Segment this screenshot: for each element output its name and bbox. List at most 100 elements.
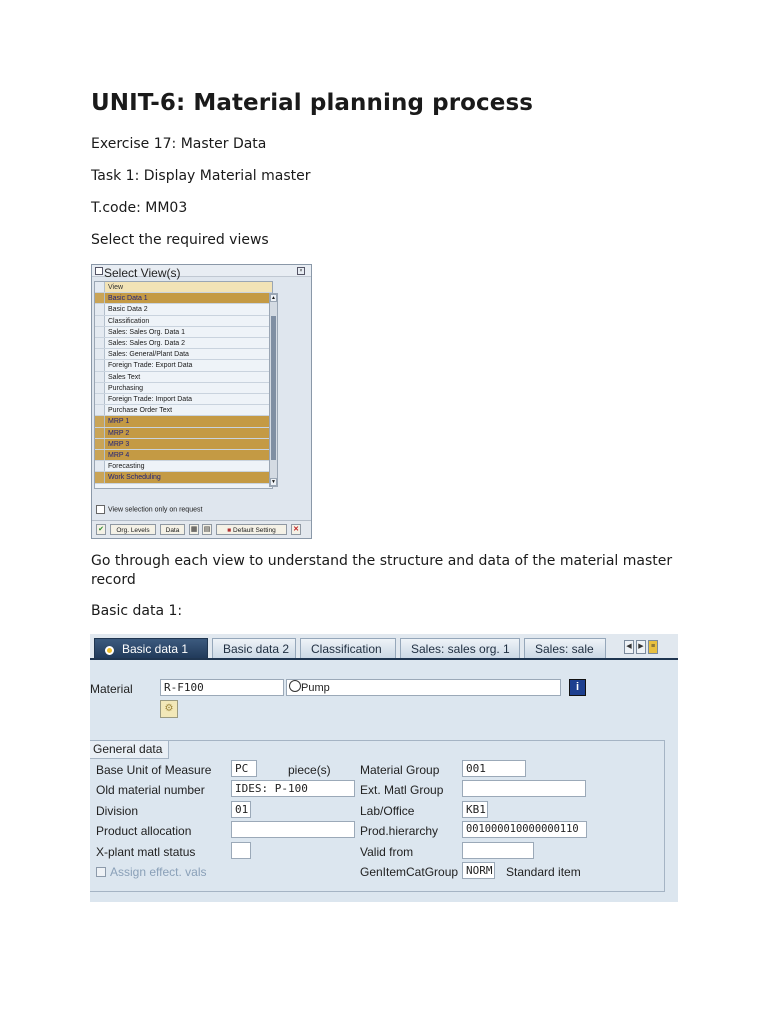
checkbox-icon[interactable] bbox=[96, 505, 105, 514]
prod-hierarchy-field[interactable]: 001000010000000110 bbox=[462, 821, 587, 838]
old-material-number-field[interactable]: IDES: P-100 bbox=[231, 780, 355, 797]
view-label: Work Scheduling bbox=[108, 474, 161, 482]
go-through-text: Go through each view to understand the s… bbox=[91, 553, 673, 588]
row-selector[interactable] bbox=[95, 338, 105, 349]
default-setting-button[interactable]: ■ Default Setting bbox=[216, 524, 287, 535]
views-column-header: View bbox=[95, 282, 272, 294]
assign-effect-vals-checkbox[interactable]: Assign effect. vals bbox=[96, 864, 207, 880]
prod-hierarchy-label: Prod.hierarchy bbox=[360, 824, 439, 838]
gen-item-cat-group-field[interactable]: NORM bbox=[462, 862, 495, 879]
row-selector[interactable] bbox=[95, 405, 105, 416]
material-label: Material bbox=[90, 682, 133, 696]
ext-matl-group-field[interactable] bbox=[462, 780, 586, 797]
deselect-all-icon[interactable]: ▤ bbox=[202, 524, 212, 535]
save-icon: ■ bbox=[227, 527, 232, 534]
xplant-status-label: X-plant matl status bbox=[96, 845, 196, 859]
view-row[interactable]: Purchasing bbox=[95, 382, 272, 394]
view-row[interactable]: Purchase Order Text bbox=[95, 405, 272, 417]
view-label: Purchase Order Text bbox=[108, 407, 173, 415]
tab-classification[interactable]: Classification bbox=[300, 638, 396, 658]
tab-label: Basic data 2 bbox=[223, 642, 290, 656]
row-selector[interactable] bbox=[95, 360, 105, 371]
tab-right-icon[interactable]: ▶ bbox=[636, 640, 646, 654]
scroll-thumb[interactable] bbox=[271, 316, 276, 460]
tab-label: Sales: sales org. 1 bbox=[411, 642, 510, 656]
view-row[interactable]: Sales: General/Plant Data bbox=[95, 349, 272, 361]
org-levels-button[interactable]: Org. Levels bbox=[110, 524, 156, 535]
view-label: Sales: General/Plant Data bbox=[108, 351, 189, 359]
row-selector[interactable] bbox=[95, 304, 105, 315]
material-description-field[interactable]: Pump bbox=[286, 679, 561, 696]
tab-sales-org-1[interactable]: Sales: sales org. 1 bbox=[400, 638, 520, 658]
data-button[interactable]: Data bbox=[160, 524, 185, 535]
view-label: Foreign Trade: Export Data bbox=[108, 362, 193, 370]
cancel-x-icon[interactable]: ✕ bbox=[291, 524, 301, 535]
xplant-status-field[interactable] bbox=[231, 842, 251, 859]
default-setting-label: Default Setting bbox=[233, 527, 276, 534]
close-icon[interactable]: × bbox=[297, 267, 305, 275]
product-allocation-field[interactable] bbox=[231, 821, 355, 838]
confirm-check-icon[interactable]: ✔ bbox=[96, 524, 106, 535]
assign-effect-vals-label: Assign effect. vals bbox=[110, 865, 207, 879]
view-label: Basic Data 1 bbox=[108, 295, 148, 303]
row-selector[interactable] bbox=[95, 293, 105, 304]
views-scrollbar[interactable]: ▲ ▼ bbox=[269, 293, 278, 487]
view-row[interactable]: Sales Text bbox=[95, 371, 272, 383]
scroll-down-icon[interactable]: ▼ bbox=[270, 478, 277, 486]
tab-left-icon[interactable]: ◀ bbox=[624, 640, 634, 654]
row-selector[interactable] bbox=[95, 438, 105, 449]
checkbox-icon[interactable] bbox=[96, 867, 106, 877]
row-selector[interactable] bbox=[95, 472, 105, 483]
row-selector[interactable] bbox=[95, 427, 105, 438]
view-row[interactable]: Basic Data 2 bbox=[95, 304, 272, 316]
lab-office-label: Lab/Office bbox=[360, 804, 415, 818]
views-table: View Basic Data 1 Basic Data 2 Classificat… bbox=[94, 281, 273, 489]
material-group-field[interactable]: 001 bbox=[462, 760, 526, 777]
row-selector[interactable] bbox=[95, 382, 105, 393]
column-header-label: View bbox=[108, 284, 124, 291]
basic-data-heading: Basic data 1: bbox=[91, 603, 183, 619]
view-label: MRP 2 bbox=[108, 429, 130, 437]
lab-office-field[interactable]: KB1 bbox=[462, 801, 488, 818]
view-selection-checkbox[interactable]: View selection only on request bbox=[96, 505, 202, 514]
dialog-title-bar: Select View(s) × bbox=[92, 265, 311, 280]
division-field[interactable]: 01 bbox=[231, 801, 251, 818]
valid-from-field[interactable] bbox=[462, 842, 534, 859]
old-material-number-label: Old material number bbox=[96, 783, 205, 797]
view-row[interactable]: Classification bbox=[95, 315, 272, 327]
tab-list-icon[interactable]: ≡ bbox=[648, 640, 658, 654]
select-all-icon[interactable]: ▦ bbox=[189, 524, 199, 535]
view-row[interactable]: MRP 1 bbox=[95, 416, 272, 428]
view-label: Purchasing bbox=[108, 384, 144, 392]
info-icon[interactable]: i bbox=[569, 679, 586, 696]
additional-data-icon[interactable]: ⚙ bbox=[160, 700, 178, 718]
view-row[interactable]: Forecasting bbox=[95, 461, 272, 473]
task-text: Task 1: Display Material master bbox=[91, 168, 311, 184]
material-master-screen: Basic data 1 Basic data 2 Classification… bbox=[90, 634, 678, 902]
row-selector[interactable] bbox=[95, 349, 105, 360]
view-row[interactable]: Basic Data 1 bbox=[95, 293, 272, 305]
tab-basic-data-1[interactable]: Basic data 1 bbox=[94, 638, 208, 658]
tab-sales-org-2[interactable]: Sales: sale bbox=[524, 638, 606, 658]
view-row[interactable]: MRP 4 bbox=[95, 450, 272, 462]
tab-basic-data-2[interactable]: Basic data 2 bbox=[212, 638, 296, 658]
row-selector[interactable] bbox=[95, 371, 105, 382]
row-selector[interactable] bbox=[95, 394, 105, 405]
view-row[interactable]: MRP 2 bbox=[95, 427, 272, 439]
scroll-up-icon[interactable]: ▲ bbox=[270, 294, 277, 302]
row-selector[interactable] bbox=[95, 461, 105, 472]
view-row[interactable]: Sales: Sales Org. Data 1 bbox=[95, 326, 272, 338]
view-row[interactable]: Foreign Trade: Export Data bbox=[95, 360, 272, 372]
base-unit-field[interactable]: PC bbox=[231, 760, 257, 777]
view-row[interactable]: Sales: Sales Org. Data 2 bbox=[95, 338, 272, 350]
row-selector[interactable] bbox=[95, 416, 105, 427]
view-row[interactable]: MRP 3 bbox=[95, 438, 272, 450]
view-row[interactable]: Work Scheduling bbox=[95, 472, 272, 484]
row-selector[interactable] bbox=[95, 326, 105, 337]
view-label: Sales: Sales Org. Data 1 bbox=[108, 328, 186, 336]
row-selector[interactable] bbox=[95, 315, 105, 326]
row-selector[interactable] bbox=[95, 450, 105, 461]
view-row[interactable]: Foreign Trade: Import Data bbox=[95, 394, 272, 406]
material-field[interactable]: R-F100 bbox=[160, 679, 284, 696]
view-label: MRP 3 bbox=[108, 440, 130, 448]
